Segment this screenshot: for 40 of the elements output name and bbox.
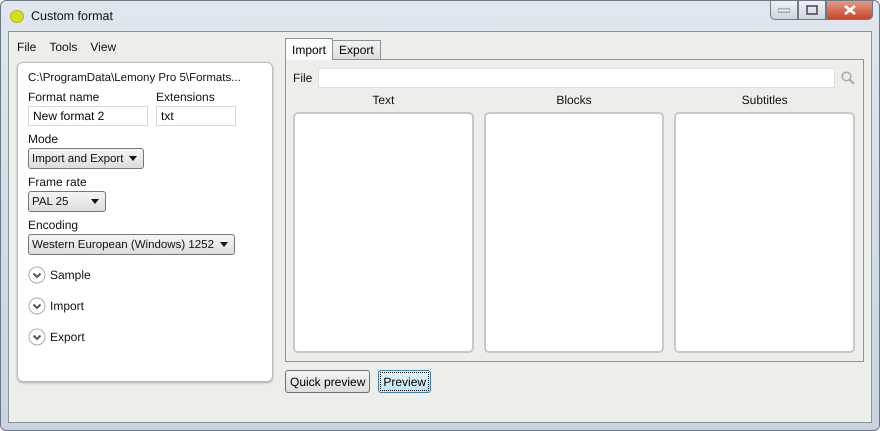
dropdown[interactable]: Western European (Windows) 1252 bbox=[28, 234, 235, 255]
dropdown[interactable]: Import and Export bbox=[28, 148, 144, 169]
format-name-field[interactable]: New format 2 bbox=[28, 106, 148, 126]
close-button[interactable] bbox=[826, 1, 873, 20]
field-label: Mode bbox=[28, 132, 60, 146]
expander[interactable]: Export bbox=[28, 326, 262, 348]
quick-preview-button[interactable]: Quick preview bbox=[285, 370, 370, 393]
tab[interactable]: Import bbox=[285, 38, 334, 60]
minimize-button[interactable] bbox=[770, 1, 798, 20]
extensions-field[interactable]: txt bbox=[156, 106, 236, 126]
chevron-icon bbox=[28, 266, 46, 284]
expander[interactable]: Sample bbox=[28, 264, 262, 286]
chevron-icon bbox=[28, 328, 46, 346]
menu-item[interactable]: File bbox=[17, 40, 36, 54]
field-label: Encoding bbox=[28, 218, 80, 232]
file-field[interactable] bbox=[318, 68, 835, 88]
preview-button[interactable]: Preview bbox=[378, 370, 432, 393]
maximize-icon bbox=[806, 5, 818, 15]
close-icon bbox=[842, 5, 856, 15]
dropdown[interactable]: PAL 25 bbox=[28, 191, 106, 212]
caret-icon bbox=[220, 242, 228, 247]
maximize-button[interactable] bbox=[798, 1, 826, 20]
lemon-icon bbox=[9, 8, 25, 24]
menu-item[interactable]: View bbox=[90, 40, 116, 54]
field-label: Format name bbox=[28, 90, 100, 104]
field-label: Extensions bbox=[156, 90, 216, 104]
window-title: Custom format bbox=[31, 9, 113, 23]
caret-icon bbox=[129, 156, 138, 161]
field-label: File bbox=[293, 71, 312, 85]
column-header: Blocks bbox=[556, 93, 592, 107]
field-label: Frame rate bbox=[28, 175, 88, 189]
minimize-icon bbox=[778, 7, 790, 13]
expander[interactable]: Import bbox=[28, 295, 262, 317]
chevron-icon bbox=[28, 297, 46, 315]
column-header: Subtitles bbox=[742, 93, 788, 107]
tab[interactable]: Export bbox=[332, 40, 381, 59]
caret-icon bbox=[91, 199, 99, 204]
folder-path: C:\ProgramData\Lemony Pro 5\Formats... bbox=[28, 72, 242, 84]
menu-item[interactable]: Tools bbox=[49, 40, 78, 54]
column-header: Text bbox=[372, 93, 394, 107]
